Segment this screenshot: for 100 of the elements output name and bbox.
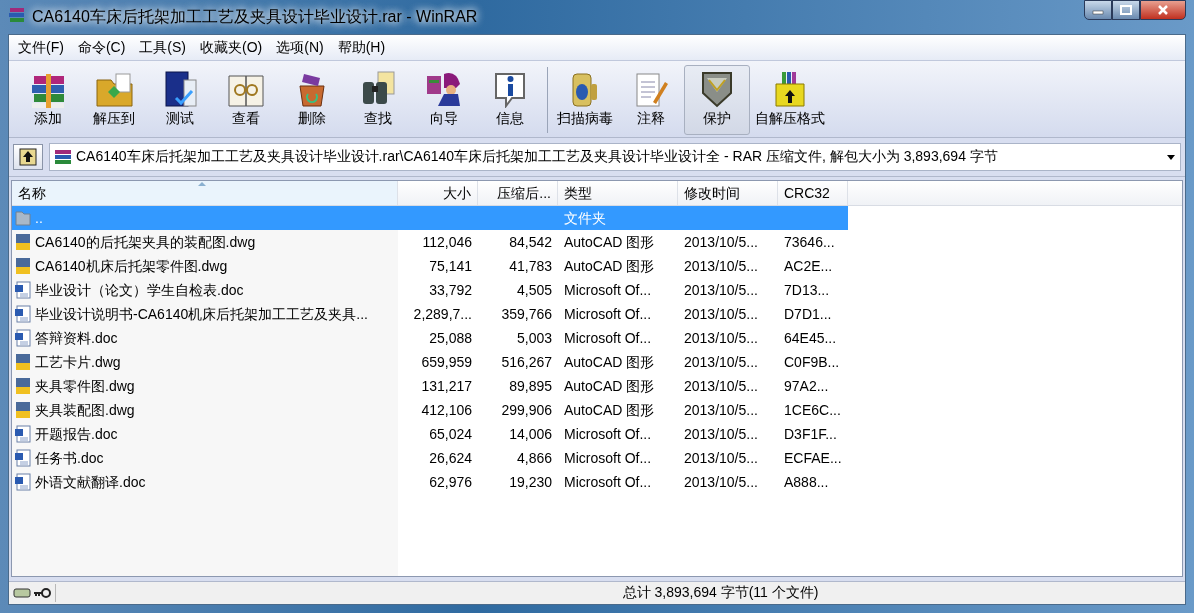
table-cell-text: 1CE6C... <box>783 401 842 420</box>
table-cell-text: 84,542 <box>508 233 553 252</box>
file-row[interactable]: 夹具零件图.dwg 131,217 89,895 AutoCAD 图形 2013/10/5... 97A2... <box>12 374 848 398</box>
file-name: 毕业设计说明书-CA6140机床后托架加工工艺及夹具... <box>35 305 368 324</box>
file-name: 夹具零件图.dwg <box>35 377 135 396</box>
toolbar-button[interactable]: 自解压格式 <box>750 65 830 135</box>
toolbar-button[interactable]: 向导 <box>411 65 477 135</box>
toolbar-button[interactable]: 扫描病毒 <box>552 65 618 135</box>
up-folder-button[interactable] <box>13 144 43 170</box>
file-name: 任务书.doc <box>35 449 104 468</box>
table-cell-text: 65,024 <box>428 425 473 444</box>
toolbar-button[interactable]: 信息 <box>477 65 543 135</box>
table-cell-text: Microsoft Of... <box>563 329 653 348</box>
table-cell-text: Microsoft Of... <box>563 473 653 492</box>
window-title: CA6140车床后托架加工工艺及夹具设计毕业设计.rar - WinRAR <box>32 7 479 27</box>
toolbar-button[interactable]: 测试 <box>147 65 213 135</box>
file-row[interactable]: 开题报告.doc 65,024 14,006 Microsoft Of... 2013/10/5... D3F1F... <box>12 422 848 446</box>
file-name: 毕业设计（论文）学生自检表.doc <box>35 281 244 300</box>
table-cell-text: 299,906 <box>500 401 553 420</box>
column-header[interactable]: 大小 <box>398 181 478 205</box>
file-row[interactable]: 工艺卡片.dwg 659,959 516,267 AutoCAD 图形 2013/10/5... C0F9B... <box>12 350 848 374</box>
close-icon <box>1157 5 1169 15</box>
table-cell-text: 2013/10/5... <box>683 257 759 276</box>
file-name: 答辩资料.doc <box>35 329 118 348</box>
key-icon <box>33 587 51 599</box>
file-row[interactable]: 毕业设计说明书-CA6140机床后托架加工工艺及夹具... 2,289,7... 359,766 Microsoft Of... 2013/10/5... D7D1... <box>12 302 848 326</box>
close-button[interactable] <box>1140 0 1186 20</box>
column-header[interactable]: 压缩后... <box>478 181 558 205</box>
table-cell-text: AutoCAD 图形 <box>563 377 656 396</box>
dwg-file-icon <box>14 401 32 419</box>
table-cell-text: D7D1... <box>783 305 833 324</box>
table-cell-text: AutoCAD 图形 <box>563 353 656 372</box>
file-row[interactable]: 毕业设计（论文）学生自检表.doc 33,792 4,505 Microsoft Of... 2013/10/5... 7D13... <box>12 278 848 302</box>
drive-icon <box>13 587 31 599</box>
menu-item[interactable]: 收藏夹(O) <box>193 36 270 59</box>
toolbar-button[interactable]: 保护 <box>684 65 750 135</box>
table-cell-text: Microsoft Of... <box>563 305 653 324</box>
table-cell-text: 14,006 <box>508 425 553 444</box>
file-name: .. <box>35 209 43 228</box>
table-cell-text: 文件夹 <box>563 209 607 228</box>
minimize-button[interactable] <box>1084 0 1112 20</box>
table-cell-text: 2013/10/5... <box>683 377 759 396</box>
table-cell-text: 19,230 <box>508 473 553 492</box>
toolbar-button[interactable]: 查找 <box>345 65 411 135</box>
table-cell-text: 89,895 <box>508 377 553 396</box>
path-field[interactable]: CA6140车床后托架加工工艺及夹具设计毕业设计.rar\CA6140车床后托架加工工艺及夹具设计毕业设计全 - RAR 压缩文件, 解包大小为 3,893,694 字节 <box>49 143 1181 171</box>
dwg-file-icon <box>14 377 32 395</box>
table-cell-text: AutoCAD 图形 <box>563 233 656 252</box>
table-cell-text: 2013/10/5... <box>683 353 759 372</box>
dropdown-arrow-icon <box>1166 153 1176 161</box>
toolbar-button[interactable]: 解压到 <box>81 65 147 135</box>
table-cell-text: Microsoft Of... <box>563 425 653 444</box>
column-header[interactable]: CRC32 <box>778 181 848 205</box>
file-row[interactable]: CA6140机床后托架零件图.dwg 75,141 41,783 AutoCAD 图形 2013/10/5... AC2E... <box>12 254 848 278</box>
menu-item[interactable]: 选项(N) <box>269 36 331 59</box>
menu-item[interactable]: 帮助(H) <box>330 36 393 59</box>
toolbar-button[interactable]: 查看 <box>213 65 279 135</box>
table-cell-text: D3F1F... <box>783 425 838 444</box>
status-text: 总计 3,893,694 字节(11 个文件) <box>621 584 820 602</box>
maximize-icon <box>1120 5 1132 15</box>
dwg-file-icon <box>14 353 32 371</box>
table-cell-text: 25,088 <box>428 329 473 348</box>
file-row[interactable]: 外语文献翻译.doc 62,976 19,230 Microsoft Of... 2013/10/5... A888... <box>12 470 848 494</box>
table-cell-text: 75,141 <box>428 257 473 276</box>
table-cell-text: 659,959 <box>420 353 473 372</box>
toolbar-button[interactable]: 添加 <box>15 65 81 135</box>
table-cell-text: Microsoft Of... <box>563 449 653 468</box>
table-cell-text: 2013/10/5... <box>683 401 759 420</box>
books-stack-icon <box>8 6 26 24</box>
table-cell-text: 41,783 <box>508 257 553 276</box>
menu-item[interactable]: 命令(C) <box>70 36 133 59</box>
table-cell-text: 64E45... <box>783 329 838 348</box>
table-cell-text: 2013/10/5... <box>683 473 759 492</box>
table-cell-text: 62,976 <box>428 473 473 492</box>
table-cell-text: 359,766 <box>500 305 553 324</box>
file-row[interactable]: 任务书.doc 26,624 4,866 Microsoft Of... 2013/10/5... ECFAE... <box>12 446 848 470</box>
table-cell-text: 2013/10/5... <box>683 425 759 444</box>
column-header[interactable]: 名称 <box>12 181 398 205</box>
table-cell-text: 131,217 <box>420 377 473 396</box>
table-cell-text: 2013/10/5... <box>683 305 759 324</box>
table-cell-text: ECFAE... <box>783 449 843 468</box>
menu-item[interactable]: 文件(F) <box>11 36 71 59</box>
table-cell-text: AC2E... <box>783 257 834 276</box>
table-cell-text: 97A2... <box>783 377 830 396</box>
dwg-file-icon <box>14 233 32 251</box>
column-header[interactable]: 类型 <box>558 181 678 205</box>
toolbar-button[interactable]: 删除 <box>279 65 345 135</box>
file-row[interactable]: 答辩资料.doc 25,088 5,003 Microsoft Of... 2013/10/5... 64E45... <box>12 326 848 350</box>
folder-icon <box>14 209 32 227</box>
column-header[interactable]: 修改时间 <box>678 181 778 205</box>
dwg-file-icon <box>14 257 32 275</box>
file-row[interactable]: CA6140的后托架夹具的装配图.dwg 112,046 84,542 AutoCAD 图形 2013/10/5... 73646... <box>12 230 848 254</box>
table-cell-text: 2013/10/5... <box>683 329 759 348</box>
toolbar-button[interactable]: 注释 <box>618 65 684 135</box>
file-name: CA6140机床后托架零件图.dwg <box>35 257 228 276</box>
file-row[interactable]: 夹具装配图.dwg 412,106 299,906 AutoCAD 图形 2013/10/5... 1CE6C... <box>12 398 848 422</box>
table-cell-text: C0F9B... <box>783 353 841 372</box>
maximize-button[interactable] <box>1112 0 1140 20</box>
file-name: CA6140的后托架夹具的装配图.dwg <box>35 233 256 252</box>
menu-item[interactable]: 工具(S) <box>132 36 193 59</box>
